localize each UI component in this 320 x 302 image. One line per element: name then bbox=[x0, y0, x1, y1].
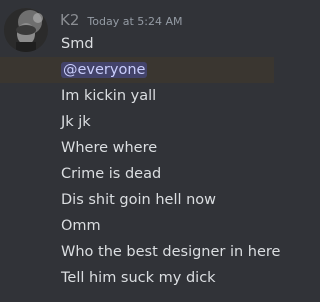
message-header: K2 Today at 5:24 AM bbox=[60, 11, 182, 31]
message-text: Who the best designer in here bbox=[61, 244, 281, 260]
message-line[interactable]: Who the best designer in here bbox=[0, 239, 280, 265]
message-line[interactable]: Tell him suck my dick bbox=[0, 265, 274, 291]
message-text: Jk jk bbox=[61, 114, 91, 130]
message-line[interactable]: Where where bbox=[0, 135, 274, 161]
message-line[interactable]: Smd bbox=[0, 31, 274, 57]
message-text: Im kickin yall bbox=[61, 88, 157, 104]
message-text: @everyone bbox=[61, 61, 148, 79]
message-text: Smd bbox=[61, 36, 94, 52]
message-line-mention-highlight[interactable]: @everyone bbox=[0, 57, 274, 83]
everyone-mention[interactable]: @everyone bbox=[61, 62, 148, 78]
message-text: Omm bbox=[61, 218, 101, 234]
message-text: Dis shit goin hell now bbox=[61, 192, 217, 208]
message-line[interactable]: Omm bbox=[0, 213, 274, 239]
message-text: Tell him suck my dick bbox=[61, 270, 216, 286]
message-line[interactable]: Dis shit goin hell now bbox=[0, 187, 274, 213]
message-text: Where where bbox=[61, 140, 158, 156]
username[interactable]: K2 bbox=[60, 11, 79, 29]
message-line[interactable]: Im kickin yall bbox=[0, 83, 274, 109]
message-line[interactable]: Jk jk bbox=[0, 109, 274, 135]
timestamp[interactable]: Today at 5:24 AM bbox=[87, 15, 182, 28]
message-group: K2 Today at 5:24 AM Smd @everyone Im kic… bbox=[0, 0, 280, 302]
message-text: Crime is dead bbox=[61, 166, 162, 182]
message-line[interactable]: Crime is dead bbox=[0, 161, 274, 187]
